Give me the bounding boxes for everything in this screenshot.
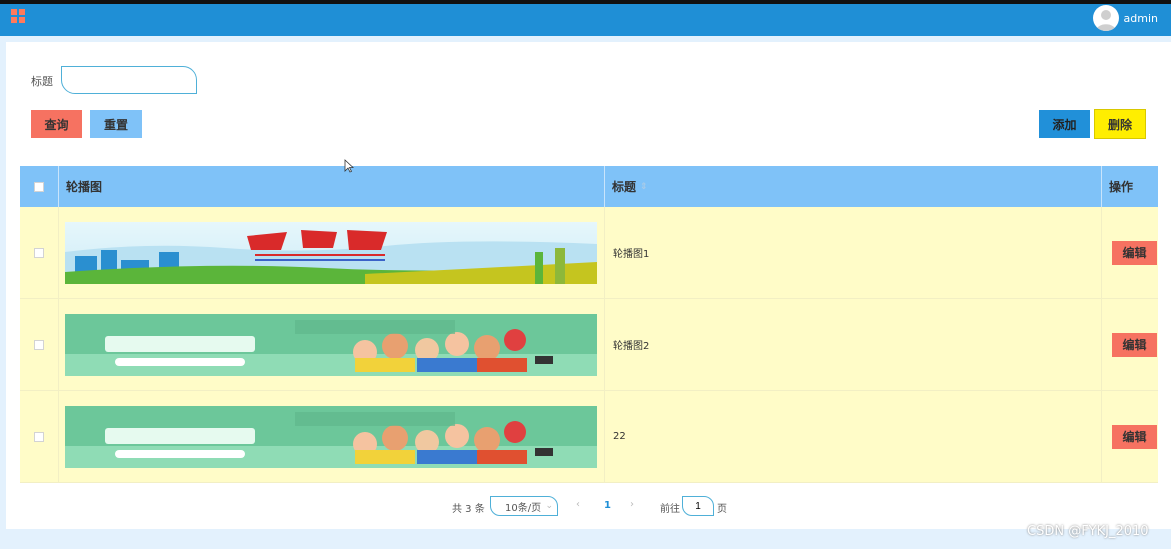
top-bar: admin xyxy=(0,0,1171,36)
pagination: 共 3 条 10条/页 ⌄ ‹ 1 › 前往 页 xyxy=(6,496,1171,516)
reset-button[interactable]: 重置 xyxy=(90,110,142,138)
title-search-label: 标题 xyxy=(31,75,53,88)
user-menu[interactable]: admin xyxy=(1092,5,1158,31)
carousel-image xyxy=(65,405,597,468)
grid-menu-icon[interactable] xyxy=(11,9,25,23)
table-row: 轮播图2 编辑 xyxy=(20,299,1158,391)
table-header: 轮播图 标题 ⇕ 操作 xyxy=(20,166,1158,207)
query-button[interactable]: 查询 xyxy=(31,110,82,138)
next-page-icon[interactable]: › xyxy=(630,499,634,510)
row-title: 轮播图2 xyxy=(605,299,1102,390)
row-checkbox[interactable] xyxy=(34,247,44,258)
row-title: 轮播图1 xyxy=(605,207,1102,298)
carousel-image xyxy=(65,221,597,284)
column-header-title[interactable]: 标题 ⇕ xyxy=(605,166,1102,207)
carousel-image xyxy=(65,313,597,376)
page-suffix: 页 xyxy=(717,504,727,515)
mouse-cursor-icon xyxy=(344,159,354,173)
add-button[interactable]: 添加 xyxy=(1039,110,1090,138)
total-count: 共 3 条 xyxy=(452,504,485,515)
column-header-actions: 操作 xyxy=(1109,180,1134,194)
title-search-input[interactable] xyxy=(61,66,197,94)
delete-button[interactable]: 删除 xyxy=(1094,109,1146,139)
select-all-checkbox[interactable] xyxy=(34,181,44,192)
watermark: CSDN @FYKJ_2010 xyxy=(1027,524,1149,539)
row-title: 22 xyxy=(605,391,1102,482)
user-avatar-icon xyxy=(1092,5,1119,31)
edit-button[interactable]: 编辑 xyxy=(1112,332,1157,357)
page-number-current[interactable]: 1 xyxy=(604,500,611,511)
username: admin xyxy=(1123,11,1158,25)
edit-button[interactable]: 编辑 xyxy=(1112,240,1157,265)
table-row: 22 编辑 xyxy=(20,391,1158,483)
row-checkbox[interactable] xyxy=(34,339,44,350)
goto-label: 前往 xyxy=(660,504,680,515)
main-panel: 标题 查询 重置 添加 删除 轮播图 标题 ⇕ 操作 轮播图1 编辑 轮播图2 … xyxy=(6,42,1171,529)
prev-page-icon[interactable]: ‹ xyxy=(576,499,580,510)
goto-page-input[interactable] xyxy=(682,496,714,516)
table-row: 轮播图1 编辑 xyxy=(20,207,1158,299)
edit-button[interactable]: 编辑 xyxy=(1112,424,1157,449)
chevron-down-icon: ⌄ xyxy=(545,501,553,511)
row-checkbox[interactable] xyxy=(34,431,44,442)
page-size-select[interactable]: 10条/页 ⌄ xyxy=(490,496,558,516)
column-header-image: 轮播图 xyxy=(59,166,605,207)
sort-icon[interactable]: ⇕ xyxy=(640,182,648,192)
